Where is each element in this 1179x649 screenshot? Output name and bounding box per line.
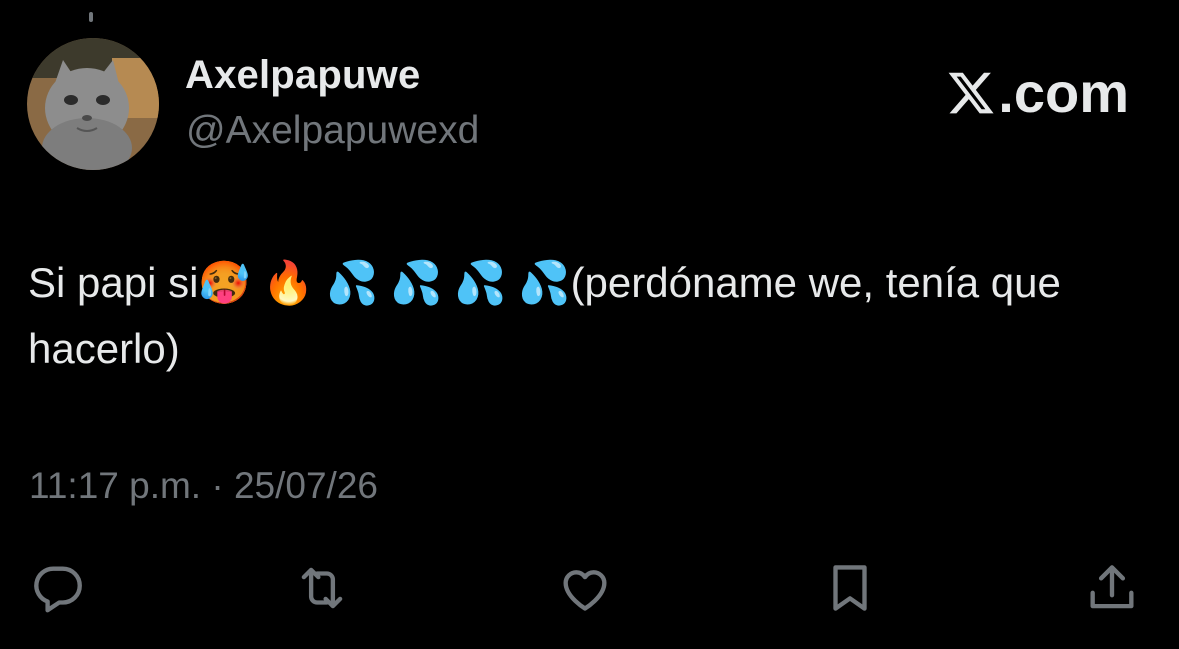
bookmark-icon [833, 565, 867, 611]
tweet-text-start: Si papi si [28, 259, 199, 306]
sweat-droplets-emoji: 💦 [518, 258, 571, 307]
x-logo-icon [948, 72, 994, 113]
like-button[interactable] [553, 556, 617, 620]
display-name[interactable]: Axelpapuwe [185, 53, 420, 98]
action-bar [0, 556, 1179, 620]
sweat-droplets-emoji: 💦 [326, 258, 379, 307]
share-button[interactable] [1080, 556, 1144, 620]
bookmark-button[interactable] [818, 556, 882, 620]
tweet-timestamp[interactable]: 11:17 p.m. · 25/07/26 [29, 465, 378, 507]
top-indicator [89, 12, 93, 22]
tweet-text: Si papi si🥵 🔥 💦 💦 💦 💦(perdóname we, tení… [28, 250, 1158, 382]
sweat-droplets-emoji: 💦 [390, 258, 443, 307]
share-icon [1090, 565, 1134, 609]
user-handle[interactable]: @Axelpapuwexd [186, 109, 479, 153]
reply-button[interactable] [26, 556, 90, 620]
sweat-droplets-emoji: 💦 [454, 258, 507, 307]
hot-face-emoji: 🥵 [198, 258, 251, 307]
brand-text: .com [998, 61, 1129, 124]
cat-avatar-image [27, 38, 159, 170]
retweet-button[interactable] [290, 556, 354, 620]
heart-icon [563, 570, 607, 611]
reply-icon [34, 566, 82, 613]
fire-emoji: 🔥 [262, 258, 315, 307]
avatar[interactable] [27, 38, 159, 170]
x-com-brand: .com [946, 60, 1129, 125]
retweet-icon [301, 567, 343, 609]
